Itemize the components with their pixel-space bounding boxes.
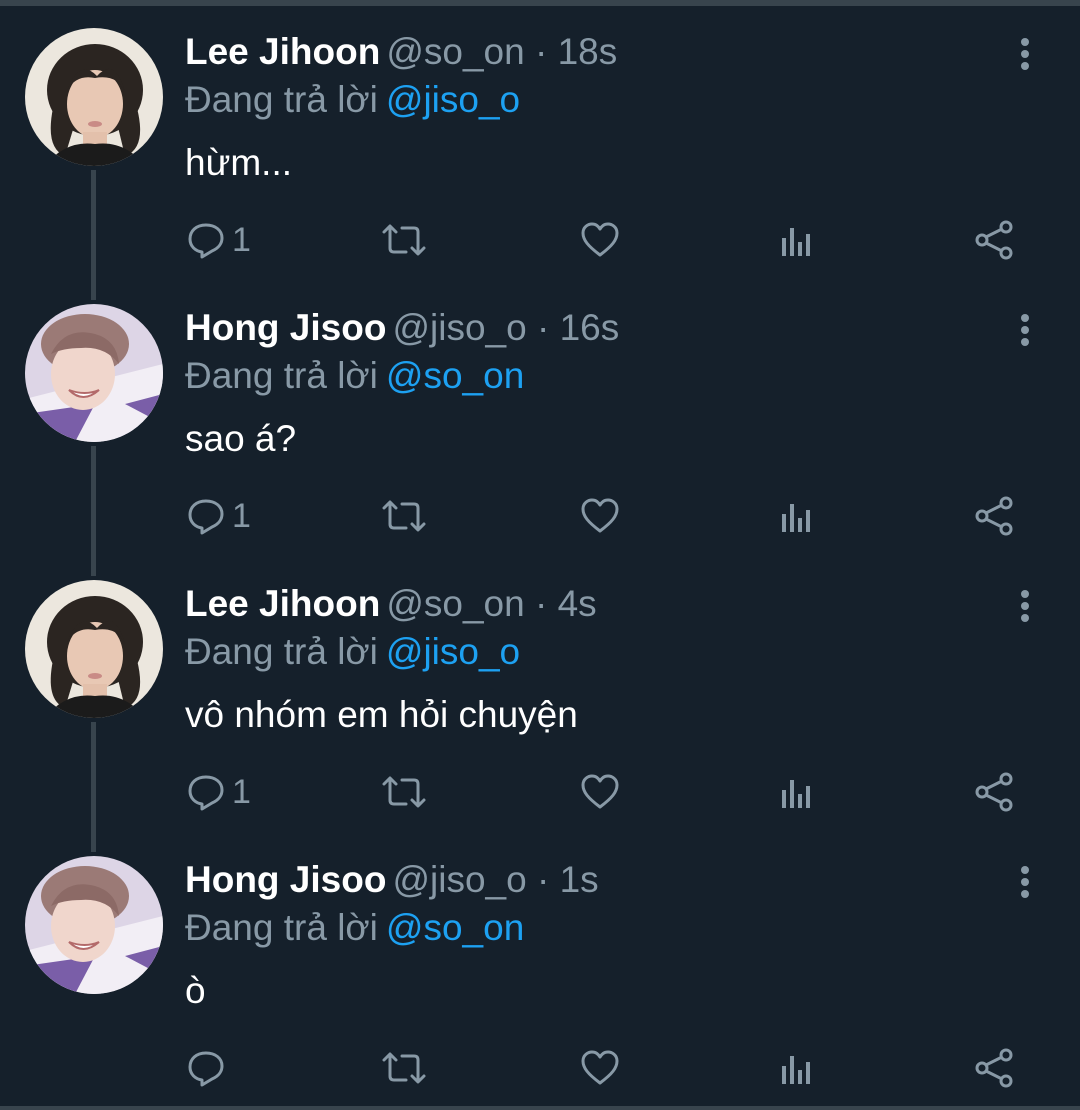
- analytics-button[interactable]: [780, 1038, 814, 1098]
- reply-button[interactable]: 1: [186, 486, 251, 546]
- retweet-icon: [382, 224, 426, 256]
- retweet-button[interactable]: [380, 210, 428, 270]
- tweet[interactable]: Lee Jihoon @so_on · 4s Đang trả lời @jiso_…: [0, 552, 1080, 828]
- retweet-button[interactable]: [380, 762, 428, 822]
- reply-prefix: Đang trả lời: [185, 355, 378, 396]
- action-bar: 1: [0, 762, 1080, 822]
- handle[interactable]: @jiso_o · 16s: [392, 307, 619, 348]
- more-vertical-icon[interactable]: [1010, 586, 1040, 626]
- share-button[interactable]: [974, 210, 1016, 270]
- analytics-button[interactable]: [780, 210, 814, 270]
- reply-button[interactable]: 1: [186, 210, 251, 270]
- replying-to: Đang trả lời @so_on: [185, 354, 524, 398]
- timestamp: 16s: [559, 307, 620, 348]
- replying-to: Đang trả lời @jiso_o: [185, 630, 520, 674]
- share-icon: [975, 220, 1013, 260]
- action-bar: 1: [0, 486, 1080, 546]
- more-vertical-icon[interactable]: [1010, 862, 1040, 902]
- display-name[interactable]: Lee Jihoon: [185, 31, 380, 72]
- timestamp: 18s: [557, 31, 618, 72]
- tweet[interactable]: Hong Jisoo @jiso_o · 1s Đang trả lời @so_o…: [0, 828, 1080, 1104]
- reply-icon: [188, 499, 224, 535]
- avatar[interactable]: [25, 580, 163, 718]
- heart-icon: [581, 1050, 619, 1085]
- heart-icon: [581, 222, 619, 257]
- retweet-icon: [382, 776, 426, 808]
- reply-count: 1: [232, 496, 251, 535]
- timestamp: 1s: [559, 859, 599, 900]
- reply-count: 1: [232, 220, 251, 259]
- analytics-button[interactable]: [780, 762, 814, 822]
- tweet-header: Hong Jisoo @jiso_o · 16s: [185, 306, 619, 350]
- avatar[interactable]: [25, 28, 163, 166]
- bottom-divider: [0, 1106, 1080, 1110]
- reply-prefix: Đang trả lời: [185, 631, 378, 672]
- tweet[interactable]: Hong Jisoo @jiso_o · 16s Đang trả lời @so_…: [0, 276, 1080, 552]
- share-icon: [975, 1048, 1013, 1088]
- like-button[interactable]: [580, 1038, 620, 1098]
- timestamp: 4s: [557, 583, 597, 624]
- display-name[interactable]: Hong Jisoo: [185, 859, 386, 900]
- heart-icon: [581, 774, 619, 809]
- action-bar: 1: [0, 210, 1080, 270]
- handle[interactable]: @so_on · 4s: [386, 583, 596, 624]
- like-button[interactable]: [580, 762, 620, 822]
- reply-icon: [188, 775, 224, 811]
- share-icon: [975, 496, 1013, 536]
- avatar[interactable]: [25, 856, 163, 994]
- tweet-text: ò: [185, 970, 206, 1011]
- reply-prefix: Đang trả lời: [185, 907, 378, 948]
- display-name[interactable]: Lee Jihoon: [185, 583, 380, 624]
- share-button[interactable]: [974, 762, 1016, 822]
- tweet-header: Hong Jisoo @jiso_o · 1s: [185, 858, 599, 902]
- display-name[interactable]: Hong Jisoo: [185, 307, 386, 348]
- mention-link[interactable]: @so_on: [386, 907, 524, 948]
- analytics-icon: [782, 228, 810, 256]
- reply-count: 1: [232, 772, 251, 811]
- handle[interactable]: @so_on · 18s: [386, 31, 617, 72]
- tweet-header: Lee Jihoon @so_on · 4s: [185, 582, 597, 626]
- share-icon: [975, 772, 1013, 812]
- tweet-text: hừm...: [185, 142, 293, 183]
- more-vertical-icon[interactable]: [1010, 310, 1040, 350]
- reply-icon: [188, 1051, 224, 1087]
- share-button[interactable]: [974, 1038, 1016, 1098]
- avatar[interactable]: [25, 304, 163, 442]
- reply-button[interactable]: [186, 1038, 232, 1098]
- analytics-icon: [782, 1056, 810, 1084]
- retweet-button[interactable]: [380, 1038, 428, 1098]
- reply-icon: [188, 223, 224, 259]
- handle[interactable]: @jiso_o · 1s: [392, 859, 598, 900]
- mention-link[interactable]: @so_on: [386, 355, 524, 396]
- mention-link[interactable]: @jiso_o: [386, 631, 520, 672]
- reply-button[interactable]: 1: [186, 762, 251, 822]
- action-bar: [0, 1038, 1080, 1098]
- share-button[interactable]: [974, 486, 1016, 546]
- like-button[interactable]: [580, 486, 620, 546]
- replying-to: Đang trả lời @jiso_o: [185, 78, 520, 122]
- like-button[interactable]: [580, 210, 620, 270]
- analytics-icon: [782, 780, 810, 808]
- heart-icon: [581, 498, 619, 533]
- tweet[interactable]: Lee Jihoon @so_on · 18s Đang trả lời @jiso…: [0, 0, 1080, 276]
- analytics-button[interactable]: [780, 486, 814, 546]
- more-vertical-icon[interactable]: [1010, 34, 1040, 74]
- retweet-button[interactable]: [380, 486, 428, 546]
- tweet-text: vô nhóm em hỏi chuyện: [185, 694, 578, 735]
- reply-prefix: Đang trả lời: [185, 79, 378, 120]
- mention-link[interactable]: @jiso_o: [386, 79, 520, 120]
- retweet-icon: [382, 500, 426, 532]
- tweet-text: sao á?: [185, 418, 297, 459]
- retweet-icon: [382, 1052, 426, 1084]
- analytics-icon: [782, 504, 810, 532]
- replying-to: Đang trả lời @so_on: [185, 906, 524, 950]
- tweet-header: Lee Jihoon @so_on · 18s: [185, 30, 617, 74]
